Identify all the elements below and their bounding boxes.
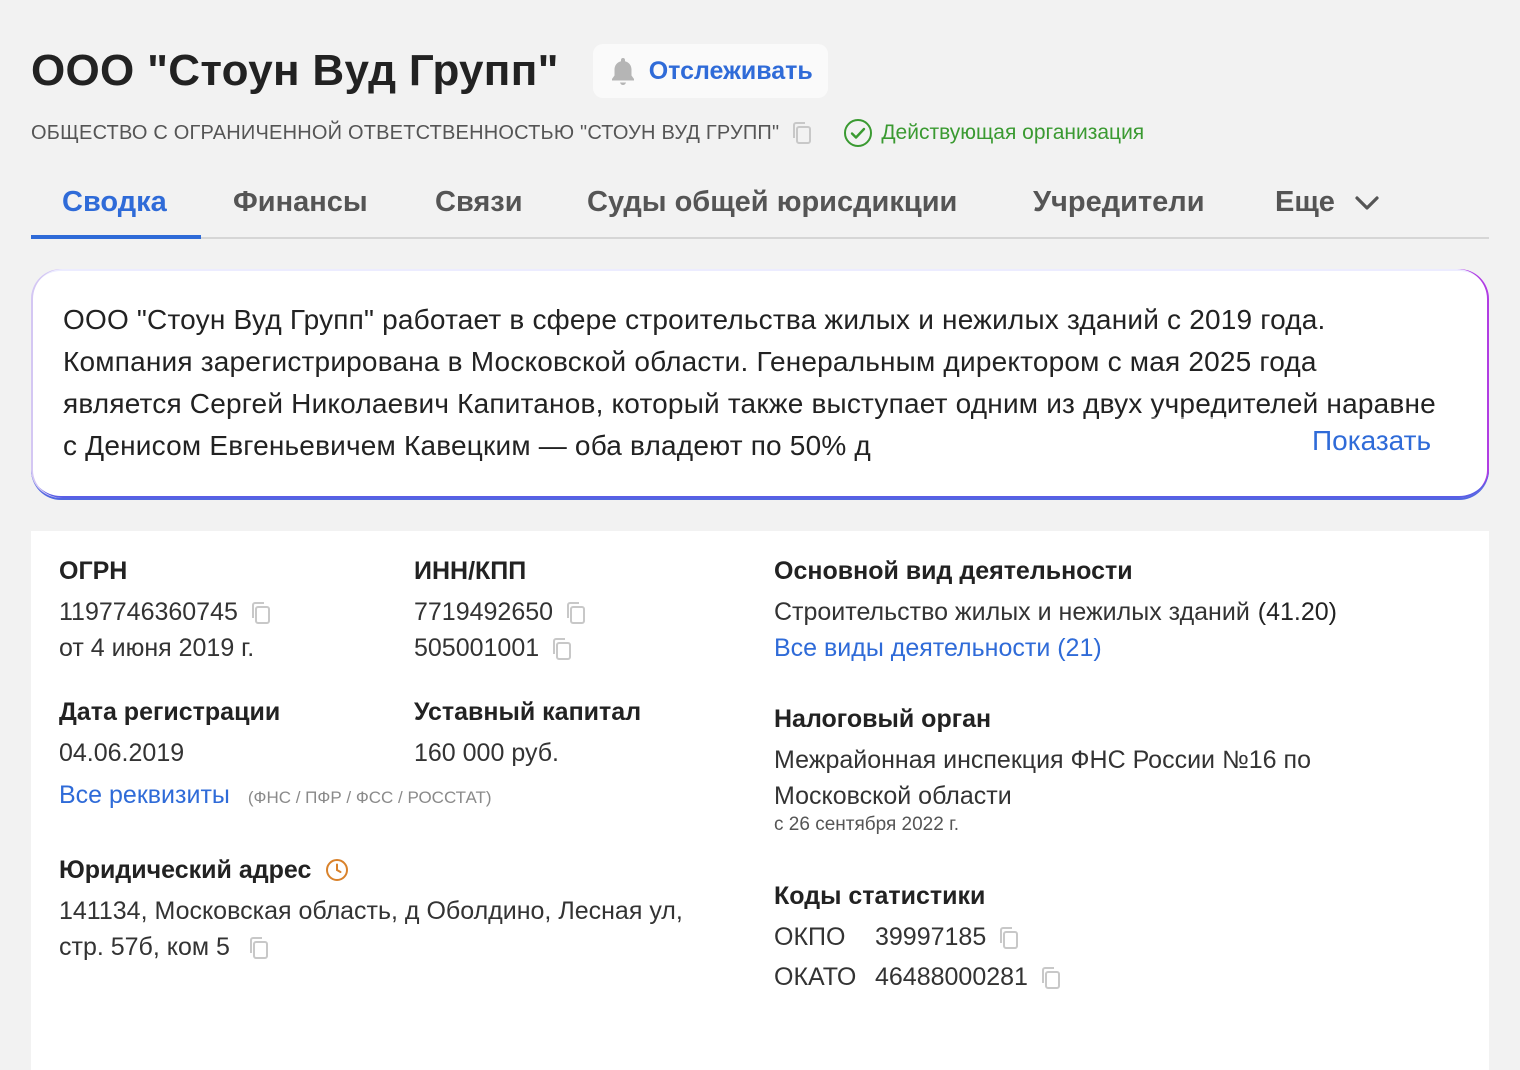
tab-summary[interactable]: Сводка — [62, 166, 167, 239]
registration-date-block: Дата регистрации 04.06.2019 — [59, 697, 280, 771]
tax-authority-block: Налоговый орган Межрайонная инспекция ФН… — [774, 704, 1311, 836]
all-activities-link[interactable]: Все виды деятельности (21) — [774, 630, 1337, 666]
inn-kpp-block: ИНН/КПП 7719492650 505001001 — [414, 556, 587, 666]
tab-courts[interactable]: Суды общей юрисдикции — [587, 166, 957, 239]
requisites-row: Все реквизиты (ФНС / ПФР / ФСС / РОССТАТ… — [59, 781, 492, 810]
show-more-link[interactable]: Показать — [1306, 425, 1432, 457]
ogrn-block: ОГРН 1197746360745 от 4 июня 2019 г. — [59, 556, 272, 666]
tax-authority-since: с 26 сентября 2022 г. — [774, 814, 959, 835]
address-label: Юридический адрес — [59, 856, 312, 884]
requisites-sources: (ФНС / ПФР / ФСС / РОССТАТ) — [247, 788, 492, 807]
address-block: Юридический адрес 141134, Московская обл… — [59, 855, 683, 965]
okpo-value: 39997185 — [875, 923, 987, 951]
status-badge: Действующая организация — [843, 118, 1144, 148]
copy-icon[interactable] — [791, 121, 813, 145]
subtitle-row: ОБЩЕСТВО С ОГРАНИЧЕННОЙ ОТВЕТСТВЕННОСТЬЮ… — [31, 118, 1144, 148]
capital-label: Уставный капитал — [414, 698, 642, 726]
requisites-panel: ОГРН 1197746360745 от 4 июня 2019 г. ИНН… — [31, 531, 1489, 1070]
inn-value: 7719492650 — [414, 598, 554, 626]
okato-label: ОКАТО — [774, 963, 857, 991]
tab-finance[interactable]: Финансы — [233, 166, 368, 239]
ogrn-value-row: 1197746360745 — [59, 594, 272, 630]
check-circle-icon — [843, 118, 873, 148]
tab-more[interactable]: Еще — [1275, 166, 1381, 239]
tax-authority-label: Налоговый орган — [774, 705, 992, 733]
tab-bar: Сводка Финансы Связи Суды общей юрисдикц… — [31, 166, 1489, 239]
main-activity-block: Основной вид деятельности Строительство … — [774, 556, 1337, 666]
main-activity-label: Основной вид деятельности — [774, 557, 1133, 585]
track-button[interactable]: Отслеживать — [592, 44, 828, 98]
main-activity-row: Строительство жилых и нежилых зданий (41… — [774, 594, 1337, 630]
tab-more-label: Еще — [1275, 186, 1335, 218]
okpo-label: ОКПО — [774, 923, 846, 951]
okpo-row: ОКПО 39997185 — [774, 919, 1062, 955]
status-text: Действующая организация — [881, 121, 1145, 144]
all-requisites-link[interactable]: Все реквизиты — [59, 781, 230, 810]
address-label-row: Юридический адрес — [59, 855, 683, 885]
stat-codes-label: Коды статистики — [774, 882, 986, 910]
stat-codes-block: Коды статистики ОКПО 39997185 ОКАТО 4648… — [774, 881, 1062, 995]
address-line1: 141134, Московская область, д Оболдино, … — [59, 897, 683, 925]
address-line2: стр. 57б, ком 5 — [59, 933, 230, 961]
okato-row: ОКАТО 46488000281 — [774, 959, 1062, 995]
header: ООО "Стоун Вуд Групп" Отслеживать — [31, 44, 828, 98]
company-title: ООО "Стоун Вуд Групп" — [31, 46, 559, 95]
copy-icon[interactable] — [551, 636, 573, 661]
copy-icon[interactable] — [565, 600, 587, 625]
registration-date-value: 04.06.2019 — [59, 739, 185, 767]
kpp-row: 505001001 — [414, 630, 587, 666]
tab-links[interactable]: Связи — [435, 166, 523, 239]
capital-value: 160 000 руб. — [414, 739, 559, 767]
okato-value: 46488000281 — [875, 963, 1028, 991]
ogrn-value: 1197746360745 — [59, 598, 238, 626]
active-tab-indicator — [31, 235, 201, 239]
track-label: Отслеживать — [648, 56, 813, 85]
main-activity-code: (41.20) — [1257, 598, 1338, 626]
tax-authority-line2: Московской области — [774, 782, 1012, 810]
inn-kpp-label: ИНН/КПП — [414, 557, 527, 585]
full-company-name: ОБЩЕСТВО С ОГРАНИЧЕННОЙ ОТВЕТСТВЕННОСТЬЮ… — [31, 121, 780, 144]
copy-icon[interactable] — [998, 925, 1020, 950]
copy-icon[interactable] — [248, 935, 270, 960]
copy-icon[interactable] — [250, 600, 272, 625]
capital-block: Уставный капитал 160 000 руб. — [414, 697, 641, 771]
inn-row: 7719492650 — [414, 594, 587, 630]
registration-date-label: Дата регистрации — [59, 698, 281, 726]
main-activity-value: Строительство жилых и нежилых зданий — [774, 598, 1250, 626]
address-line2-row: стр. 57б, ком 5 — [59, 929, 683, 965]
summary-fade — [1101, 417, 1306, 467]
chevron-down-icon — [1353, 193, 1381, 213]
kpp-value: 505001001 — [414, 634, 540, 662]
ogrn-label: ОГРН — [59, 557, 128, 585]
tab-founders[interactable]: Учредители — [1033, 166, 1205, 239]
clock-icon[interactable] — [325, 858, 349, 882]
ai-summary-card: ООО "Стоун Вуд Групп" работает в сфере с… — [31, 269, 1489, 500]
bell-icon — [609, 56, 637, 86]
ogrn-date: от 4 июня 2019 г. — [59, 634, 255, 662]
tax-authority-line1: Межрайонная инспекция ФНС России №16 по — [774, 746, 1311, 774]
copy-icon[interactable] — [1040, 965, 1062, 990]
